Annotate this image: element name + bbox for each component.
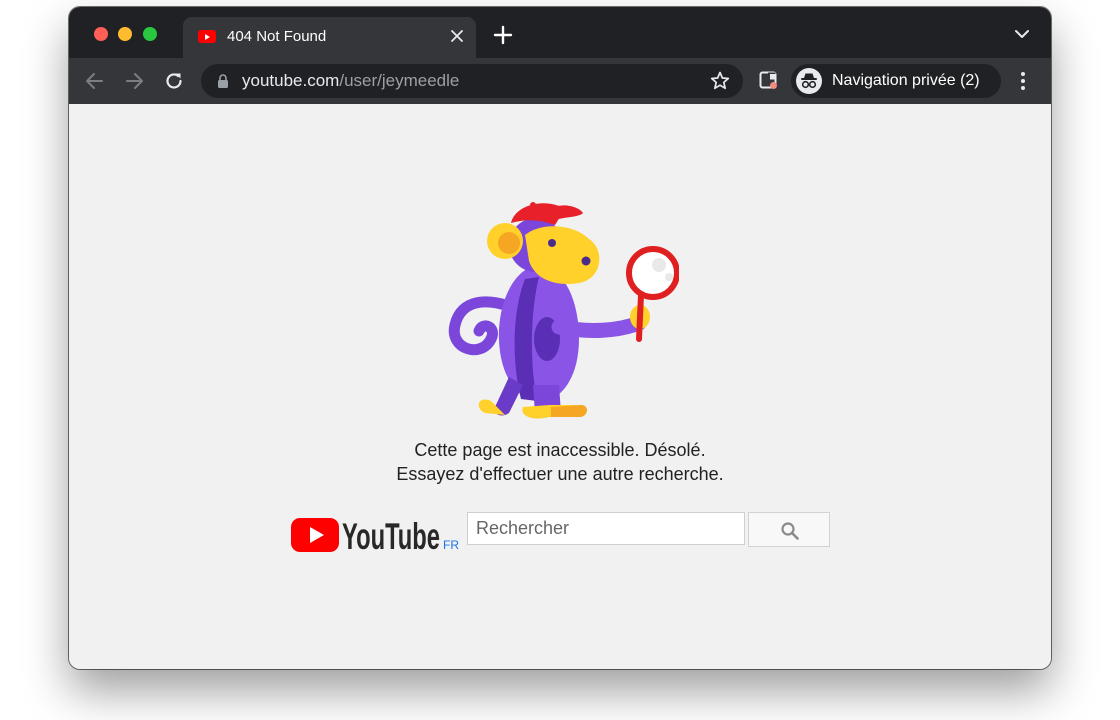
browser-window: 404 Not Found youtube.com/user/jeymeedle… — [69, 7, 1051, 669]
browser-menu-button[interactable] — [1014, 70, 1032, 92]
search-input[interactable] — [467, 512, 745, 545]
minimize-window-button[interactable] — [118, 27, 132, 41]
profile-label: Navigation privée (2) — [832, 72, 980, 89]
tab-title: 404 Not Found — [227, 28, 327, 45]
back-button[interactable] — [84, 70, 106, 92]
url-path: /user/jeymeedle — [339, 71, 460, 90]
search-icon — [781, 522, 799, 540]
bookmark-star-button[interactable] — [709, 70, 731, 92]
extension-icon — [759, 71, 777, 89]
tab-active[interactable]: 404 Not Found — [183, 17, 476, 58]
monkey-illustration — [448, 202, 679, 419]
extension-button[interactable] — [759, 71, 779, 91]
incognito-icon — [796, 68, 822, 94]
browser-toolbar: youtube.com/user/jeymeedle Navigation pr… — [69, 58, 1051, 105]
close-icon — [451, 30, 463, 42]
back-arrow-icon — [86, 73, 103, 89]
tab-close-button[interactable] — [447, 26, 467, 46]
forward-button[interactable] — [123, 70, 145, 92]
error-message-line1: Cette page est inaccessible. Désolé. — [414, 440, 706, 460]
bookmark-star-icon — [710, 71, 730, 90]
search-button[interactable] — [748, 512, 830, 547]
lock-icon[interactable] — [217, 74, 229, 88]
url-text[interactable]: youtube.com/user/jeymeedle — [242, 71, 459, 91]
page-content: Cette page est inaccessible. Désolé. Ess… — [69, 104, 1051, 669]
reload-icon — [166, 73, 182, 89]
youtube-logo[interactable]: YouTube — [291, 514, 443, 554]
chevron-down-icon — [1015, 30, 1029, 38]
url-host: youtube.com — [242, 71, 340, 90]
forward-arrow-icon — [126, 73, 143, 89]
new-tab-button[interactable] — [491, 23, 515, 47]
maximize-window-button[interactable] — [143, 27, 157, 41]
title-bar: 404 Not Found — [69, 7, 1051, 58]
incognito-profile-button[interactable]: Navigation privée (2) — [791, 64, 1001, 98]
close-window-button[interactable] — [94, 27, 108, 41]
more-vert-icon — [1021, 72, 1025, 90]
youtube-logo-wordmark: YouTube — [342, 516, 440, 554]
reload-button[interactable] — [163, 70, 185, 92]
tab-search-button[interactable] — [1013, 27, 1031, 41]
error-message-line2: Essayez d'effectuer une autre recherche. — [396, 464, 724, 484]
address-bar[interactable]: youtube.com/user/jeymeedle — [201, 64, 743, 98]
plus-icon — [493, 25, 513, 45]
youtube-favicon-icon — [198, 30, 216, 43]
region-code: FR — [443, 538, 459, 552]
